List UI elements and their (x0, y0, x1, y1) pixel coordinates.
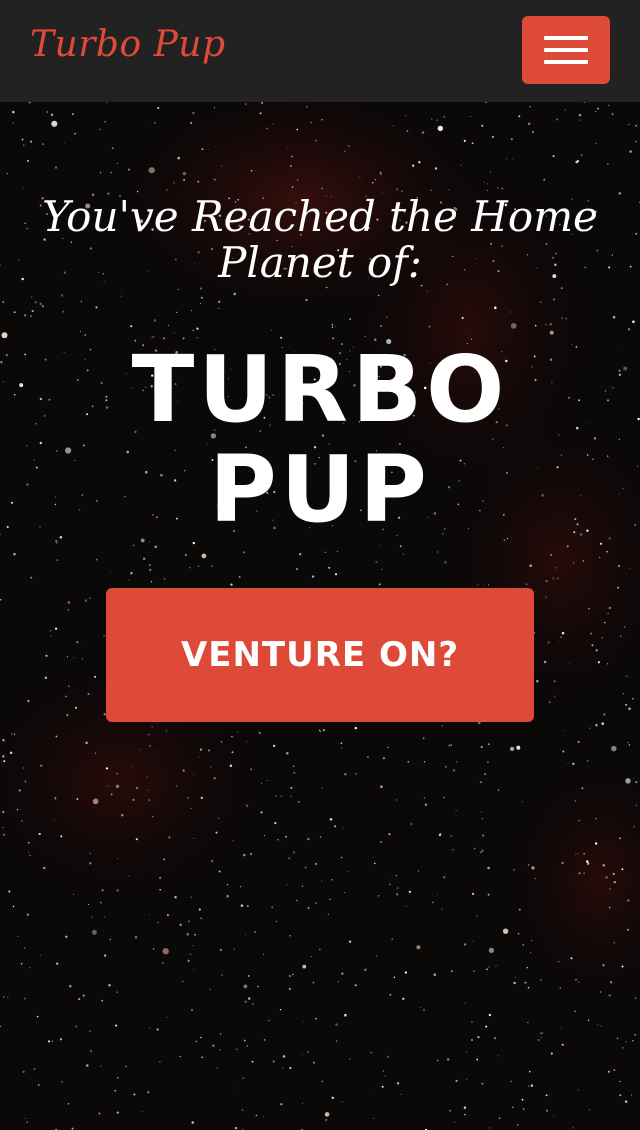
headline-line-1: TURBO (131, 336, 509, 443)
page: Turbo Pup You've Reached the Home Planet… (0, 0, 640, 1130)
hero-headline: TURBO PUP (40, 340, 600, 540)
hero-intro-text: You've Reached the Home Planet of: (42, 192, 598, 287)
brand-logo-link[interactable]: Turbo Pup (30, 24, 226, 65)
hero-section: You've Reached the Home Planet of: TURBO… (0, 102, 640, 1130)
menu-toggle-button[interactable] (522, 16, 610, 84)
venture-on-button[interactable]: VENTURE ON? (106, 588, 534, 722)
navbar: Turbo Pup (0, 0, 640, 102)
headline-line-2: PUP (209, 436, 431, 543)
